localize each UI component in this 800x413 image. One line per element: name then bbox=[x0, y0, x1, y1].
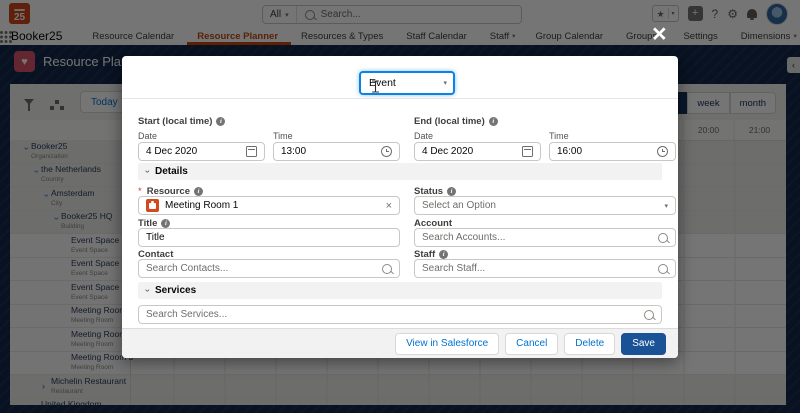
services-search-input[interactable]: Search Services... bbox=[138, 305, 662, 324]
start-date-label: Date bbox=[138, 131, 157, 141]
end-time-input[interactable]: 16:00 bbox=[549, 142, 676, 161]
status-select[interactable]: Select an Option ▾ bbox=[414, 196, 676, 215]
end-date-label: Date bbox=[414, 131, 433, 141]
end-label: End (local time)i bbox=[414, 116, 498, 127]
info-icon[interactable]: i bbox=[161, 219, 170, 228]
footer-button[interactable]: Cancel bbox=[505, 333, 558, 355]
section-chevron-icon: › bbox=[143, 170, 152, 173]
info-icon[interactable]: i bbox=[489, 117, 498, 126]
ibeam-cursor bbox=[371, 80, 380, 96]
services-section-header[interactable]: › Services bbox=[138, 282, 662, 299]
start-time-label: Time bbox=[273, 131, 293, 141]
calendar-icon[interactable] bbox=[522, 146, 533, 157]
section-chevron-icon: › bbox=[143, 289, 152, 292]
info-icon[interactable]: i bbox=[447, 187, 456, 196]
staff-lookup-input[interactable]: Search Staff... bbox=[414, 259, 676, 278]
end-time-label: Time bbox=[549, 131, 569, 141]
clear-resource-icon[interactable]: × bbox=[386, 200, 392, 212]
title-input[interactable]: Title bbox=[138, 228, 400, 247]
reservation-modal: Event ▾ Start (local time)i Date Time 4 … bbox=[122, 56, 678, 358]
clock-icon[interactable] bbox=[657, 146, 668, 157]
details-section-header[interactable]: › Details bbox=[138, 163, 662, 180]
info-icon[interactable]: i bbox=[194, 187, 203, 196]
search-icon bbox=[658, 233, 668, 243]
divider bbox=[122, 98, 678, 99]
footer-button[interactable]: Delete bbox=[564, 333, 615, 355]
search-icon bbox=[644, 310, 654, 320]
info-icon[interactable]: i bbox=[216, 117, 225, 126]
contact-lookup-input[interactable]: Search Contacts... bbox=[138, 259, 400, 278]
end-date-input[interactable]: 4 Dec 2020 bbox=[414, 142, 541, 161]
search-icon bbox=[658, 264, 668, 274]
search-icon bbox=[382, 264, 392, 274]
account-lookup-input[interactable]: Search Accounts... bbox=[414, 228, 676, 247]
chevron-down-icon: ▾ bbox=[443, 79, 447, 87]
start-label: Start (local time)i bbox=[138, 116, 225, 127]
resource-pill[interactable]: Meeting Room 1 × bbox=[138, 196, 400, 215]
calendar-icon[interactable] bbox=[246, 146, 257, 157]
close-icon[interactable]: × bbox=[652, 22, 667, 47]
start-date-input[interactable]: 4 Dec 2020 bbox=[138, 142, 265, 161]
footer-button[interactable]: View in Salesforce bbox=[395, 333, 499, 355]
clock-icon[interactable] bbox=[381, 146, 392, 157]
info-icon[interactable]: i bbox=[439, 250, 448, 259]
chevron-down-icon: ▾ bbox=[664, 202, 668, 210]
start-time-input[interactable]: 13:00 bbox=[273, 142, 400, 161]
salesforce-booker25-app: 25 All ▾ Search... ★ ▾ + ? ⚙ Booker25 bbox=[0, 0, 800, 413]
modal-footer: View in Salesforce Cancel Delete Save bbox=[122, 328, 678, 358]
footer-button[interactable]: Save bbox=[621, 333, 666, 355]
resource-object-icon bbox=[146, 199, 159, 212]
